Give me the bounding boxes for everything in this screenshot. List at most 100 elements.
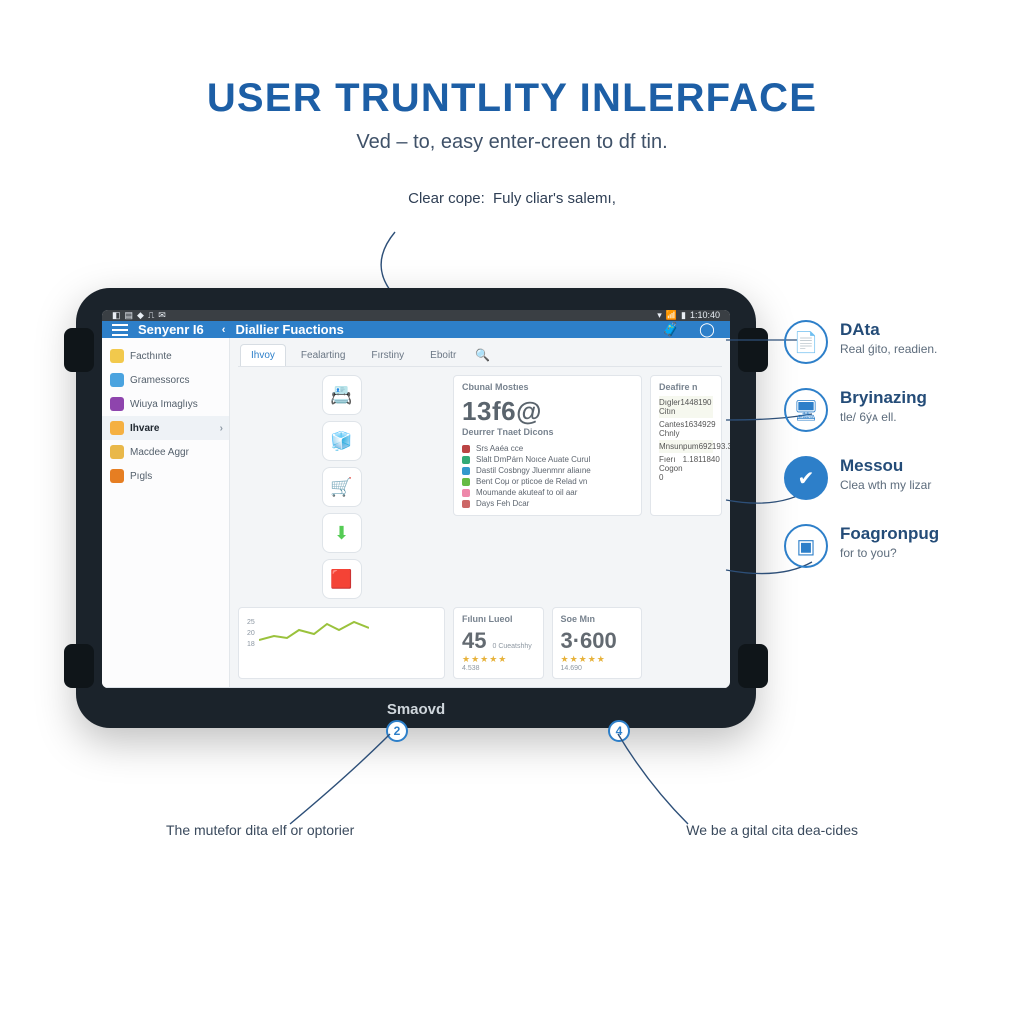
search-ring-icon[interactable]: ◯ [694, 321, 720, 338]
list-item[interactable]: Moumande akuteaf to oil aar [462, 487, 633, 498]
icon-button[interactable]: 🧊 [322, 421, 362, 461]
table-title: Deafire n [659, 382, 713, 392]
rating1-count: 4.538 [462, 665, 535, 672]
list-title: Deurrer Tnaet Dicons [462, 427, 633, 437]
sidebar-item[interactable]: Gramessorcs [102, 368, 229, 392]
sidebar-item-label: Macdee Aggr [130, 447, 189, 458]
sidebar-item[interactable]: Wiuya Imaglıys [102, 392, 229, 416]
list-item[interactable]: Srs Aaéa cce [462, 443, 633, 454]
top-callout-key: Clear cope: [408, 190, 485, 207]
feature-title: Bryinazing [840, 388, 927, 408]
feature-item: 🖥Bryinazingtle/ 6ýᴀ ell. [784, 388, 974, 432]
hamburger-icon[interactable] [112, 324, 128, 336]
spark-y-axis: 25 20 18 [247, 619, 255, 648]
axis-tick: 18 [247, 641, 255, 648]
top-callout-text: Fuly cliar's salemı, [493, 190, 616, 207]
sidebar-item[interactable]: Facthınte [102, 344, 229, 368]
feature-item: ✔ Messou Clea wth my lizar [784, 456, 974, 500]
main-pane: IhvoyFealartingFırstinyEboitr 🔍 Cbunal Mo… [230, 338, 730, 687]
list-item[interactable]: Dastil Cosbngy Jluenmnr aliaıne [462, 465, 633, 476]
list-item-icon [462, 500, 470, 508]
sidebar-item[interactable]: Macdee Aggr [102, 440, 229, 464]
table-row[interactable]: Dıgler Citın1448190 [659, 396, 713, 418]
feature-item: ▣ Foagronpug for to you? [784, 524, 974, 568]
sidebar-item-label: Facthınte [130, 351, 172, 362]
icon-button[interactable]: 🟥 [322, 559, 362, 599]
feature-icon: ✔ [784, 456, 828, 500]
tab[interactable]: Fırstiny [360, 344, 415, 366]
rating2-title: Soe Mın [561, 614, 634, 624]
spark-card: 25 20 18 [238, 607, 445, 679]
feature-desc: for to you? [840, 546, 939, 560]
axis-tick: 25 [247, 619, 255, 626]
sidebar-item[interactable]: Pıgls [102, 464, 229, 488]
table-row[interactable]: Fıerı Cogon 01.1811840 [659, 453, 713, 484]
hero-subtitle: Ved – to, easy enter-creen to df tin. [0, 131, 1024, 154]
sidebar-item-icon [110, 421, 124, 435]
sidebar-item-icon [110, 397, 124, 411]
tab[interactable]: Ihvoy [240, 344, 286, 366]
list-item[interactable]: Bent Coμ or pticoe de Relad vn [462, 476, 633, 487]
sidebar-item-icon [110, 373, 124, 387]
tab[interactable]: Fealarting [290, 344, 356, 366]
feature-icon: 📄 [784, 320, 828, 364]
tablet-screen: ◧▤◆⎍✉ ▾📶▮1:10:40 Senyenr I6 ‹ Diallier F… [102, 310, 730, 688]
sidebar-item-label: Gramessorcs [130, 375, 189, 386]
counter-title: Cbunal Mostıes [462, 382, 633, 392]
top-callout: Clear cope: Fuly cliar's salemı, [0, 190, 1024, 207]
table-row[interactable]: Cantes Chnly1634929 [659, 418, 713, 440]
data-table: Dıgler Citın1448190Cantes Chnly1634929Mn… [659, 396, 713, 484]
feature-desc: tle/ 6ýᴀ ell. [840, 410, 927, 424]
tab-search-icon[interactable]: 🔍 [475, 348, 490, 362]
sidebar-item-icon [110, 445, 124, 459]
list-item-icon [462, 489, 470, 497]
list-item[interactable]: Days Feh Dcar [462, 498, 633, 509]
icon-button[interactable]: ⬇ [322, 513, 362, 553]
tab-bar: IhvoyFealartingFırstinyEboitr 🔍 [238, 338, 722, 367]
leader-line-4 [618, 734, 708, 834]
rating1-title: Fılunı Lueol [462, 614, 535, 624]
bottom-callout-right: We be a gital cita dea-cides [686, 822, 858, 838]
briefcase-icon[interactable]: 🧳 [658, 321, 684, 338]
sidebar-item-icon [110, 349, 124, 363]
list-item-icon [462, 456, 470, 464]
tablet-device: Smaovd ◧▤◆⎍✉ ▾📶▮1:10:40 Senyenr I6 ‹ Dia… [76, 288, 756, 728]
rating-card-2: Soe Mın 3·600 ★★★★★ 14.690 [552, 607, 643, 679]
sidebar-item[interactable]: Ihvare [102, 416, 229, 440]
feature-title: DAta [840, 320, 937, 340]
sparkline-chart [259, 614, 369, 648]
rating-card-1: Fılunı Lueol 45 0 Cueatshhy ★★★★★ 4.538 [453, 607, 544, 679]
sidebar-item-label: Wiuya Imaglıys [130, 399, 198, 410]
back-chevron-icon[interactable]: ‹ [222, 324, 226, 336]
feature-title: Foagronpug [840, 524, 939, 544]
statusbar-right: ▾📶▮1:10:40 [655, 310, 722, 321]
hero: USER TRUNTLITY INLERFACE Ved – to, easy … [0, 0, 1024, 154]
feature-list: 📄DAtaReal ǵito, readien.🖥Bryinazingtle/ … [784, 320, 974, 592]
feature-desc: Clea wth my lizar [840, 478, 931, 492]
table-row[interactable]: Mnsunpum692193.3 [659, 440, 713, 453]
table-card: Deafire n Dıgler Citın1448190Cantes Chnl… [650, 375, 722, 516]
rating1-value: 45 [462, 628, 486, 654]
android-statusbar: ◧▤◆⎍✉ ▾📶▮1:10:40 [102, 310, 730, 321]
axis-tick: 20 [247, 630, 255, 637]
feature-desc: Real ǵito, readien. [840, 342, 937, 356]
list-item-icon [462, 478, 470, 486]
app-titlebar: Senyenr I6 ‹ Diallier Fuactions 🧳 ◯ [102, 321, 730, 338]
sidebar-item-label: Ihvare [130, 423, 159, 434]
bottom-callout-left: The mutefor dita elf or optorier [166, 822, 354, 838]
icon-button[interactable]: 🛒 [322, 467, 362, 507]
counter-list: Srs Aaéa cceSlalt DmPárn Noıce Auate Cur… [462, 443, 633, 509]
statusbar-clock: 1:10:40 [690, 310, 720, 320]
rating2-stars: ★★★★★ [561, 654, 634, 665]
list-item[interactable]: Slalt DmPárn Noıce Auate Curul [462, 454, 633, 465]
feature-icon: ▣ [784, 524, 828, 568]
feature-title: Messou [840, 456, 931, 476]
rating1-sub: 0 Cueatshhy [492, 643, 531, 650]
marker-4: 4 [608, 720, 630, 742]
bottom-callouts: The mutefor dita elf or optorier We be a… [0, 822, 1024, 838]
sidebar-item-icon [110, 469, 124, 483]
tab[interactable]: Eboitr [419, 344, 467, 366]
rating2-value: 3·600 [561, 628, 634, 654]
icon-button[interactable]: 📇 [322, 375, 362, 415]
sidebar-item-label: Pıgls [130, 471, 152, 482]
